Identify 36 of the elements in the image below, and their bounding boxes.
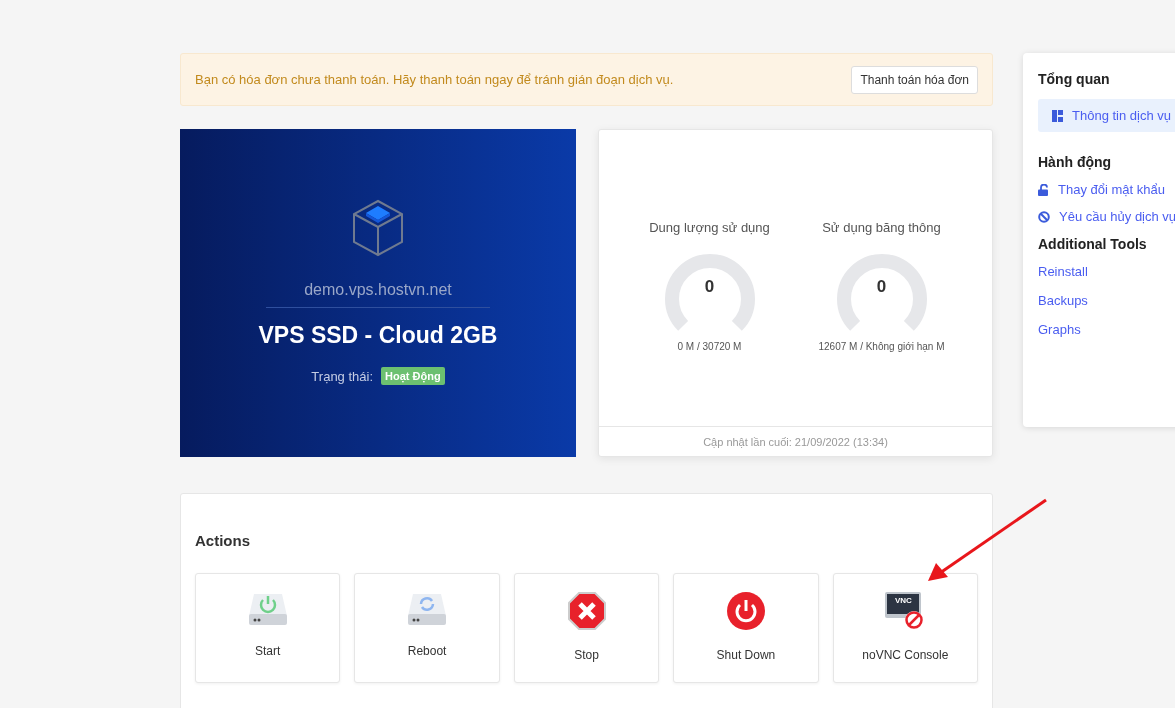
alert-message: Bạn có hóa đơn chưa thanh toán. Hãy thanh toán ngay để tránh gián đoạn dịch vụ. [195, 72, 674, 87]
gauge-title: Sử dụng băng thông [822, 220, 941, 235]
sidebar-link[interactable]: Backups [1038, 293, 1175, 308]
ban-icon [1038, 210, 1050, 223]
power-icon [726, 592, 765, 630]
stop-sign-icon [567, 592, 606, 630]
product-name: VPS SSD - Cloud 2GB [258, 322, 498, 349]
gauge-value: 0 [875, 277, 888, 297]
cube-icon [352, 199, 404, 257]
sidebar-heading: Additional Tools [1038, 236, 1148, 252]
sidebar-heading: Hành động [1038, 154, 1113, 170]
dashboard-icon [1052, 109, 1063, 122]
sidebar-heading: Tổng quan [1038, 71, 1111, 87]
pay-invoice-button[interactable]: Thanh toán hóa đơn [851, 65, 978, 94]
drive-refresh-icon [407, 592, 448, 626]
unlock-icon [1038, 183, 1049, 196]
action-tile[interactable]: VNC noVNC Console [832, 573, 979, 683]
sidebar-link[interactable]: Thay đổi mật khẩu [1038, 182, 1175, 197]
hostname: demo.vps.hostvn.net [304, 281, 452, 300]
drive-power-icon [247, 592, 288, 626]
gauge-value: 0 [703, 277, 716, 297]
action-tile[interactable]: Reboot [354, 573, 500, 683]
gauge-detail: 0 M / 30720 M [677, 341, 742, 352]
action-tile[interactable]: Shut Down [673, 573, 819, 683]
gauge-title: Dung lượng sử dụng [649, 220, 770, 235]
last-updated: Cập nhật lần cuối: 21/09/2022 (13:34) [703, 435, 888, 448]
sidebar-link[interactable]: Reinstall [1038, 264, 1175, 279]
status-badge: Hoạt Động [381, 367, 445, 385]
action-tile[interactable]: Stop [513, 573, 660, 683]
gauge-detail: 12607 M / Không giới hạn M [818, 341, 945, 352]
sidebar-link[interactable]: Graphs [1038, 322, 1175, 337]
sidebar-link[interactable]: Yêu cầu hủy dịch vụ [1038, 209, 1175, 224]
sidebar-link[interactable]: Thông tin dịch vụ [1038, 99, 1175, 132]
action-tile[interactable]: Start [195, 573, 341, 683]
actions-title: Actions [195, 532, 251, 549]
status-label: Trạng thái: [311, 368, 374, 384]
